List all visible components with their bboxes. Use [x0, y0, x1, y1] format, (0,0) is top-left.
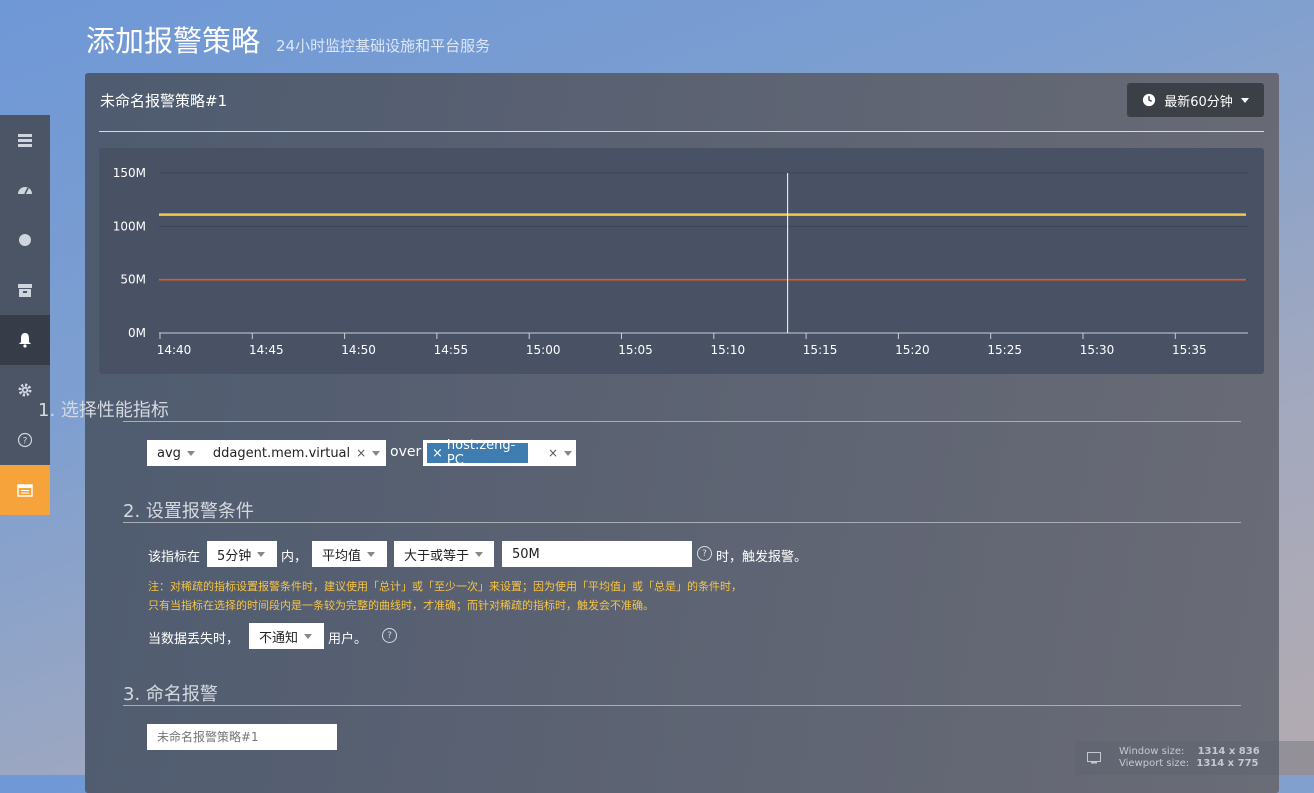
- sidebar-item-calendar[interactable]: [0, 465, 50, 515]
- sidebar-item-archive[interactable]: [0, 265, 50, 315]
- dashboard-icon: [18, 187, 32, 195]
- divider: [123, 421, 1241, 422]
- chevron-down-icon: [372, 450, 381, 456]
- sparse-metric-note-1: 注：对稀疏的指标设置报警条件时，建议使用「总计」或「至少一次」来设置；因为使用「…: [148, 580, 742, 593]
- svg-text:?: ?: [23, 437, 28, 447]
- gear-icon: [18, 383, 32, 397]
- policy-name-input[interactable]: [147, 724, 337, 750]
- sidebar-item-alerts[interactable]: [0, 315, 50, 365]
- aggregation-select[interactable]: avg: [157, 446, 181, 461]
- section-name-heading: 3. 命名报警: [123, 684, 218, 705]
- help-icon[interactable]: ?: [697, 546, 712, 561]
- comparator-select[interactable]: 大于或等于: [394, 541, 494, 567]
- page-subtitle: 24小时监控基础设施和平台服务: [276, 37, 491, 55]
- sidebar: ?: [0, 115, 50, 515]
- x-tick-label: 15:15: [803, 343, 838, 357]
- over-label: over: [390, 444, 422, 460]
- page-header: 添加报警策略 24小时监控基础设施和平台服务: [86, 18, 490, 60]
- nodata-select[interactable]: 不通知: [249, 623, 324, 649]
- nodata-value: 不通知: [259, 630, 299, 646]
- window-select[interactable]: 5分钟: [207, 541, 277, 567]
- host-tag-label: host:zeng-PC: [446, 438, 516, 468]
- y-tick-label: 100M: [113, 219, 146, 233]
- divider: [123, 705, 1241, 706]
- condition-inner: 内，: [281, 550, 308, 565]
- sidebar-item-help[interactable]: ?: [0, 415, 50, 465]
- remove-tag-button[interactable]: ×: [432, 446, 443, 461]
- sidebar-item-list[interactable]: [0, 115, 50, 165]
- y-tick-label: 150M: [113, 166, 146, 180]
- x-tick-label: 15:20: [895, 343, 930, 357]
- x-tick-label: 15:30: [1080, 343, 1115, 357]
- archive-icon: [18, 284, 32, 297]
- page-title: 添加报警策略: [86, 24, 261, 58]
- bell-icon: [19, 333, 31, 348]
- x-tick-label: 14:55: [434, 343, 469, 357]
- clear-host-button[interactable]: ×: [548, 446, 558, 460]
- chevron-down-icon: [186, 450, 195, 456]
- metric-name: ddagent.mem.virtual: [212, 445, 351, 461]
- calendar-icon: [17, 484, 33, 497]
- nodata-suffix: 用户。: [328, 632, 368, 647]
- condition-prefix: 该指标在: [148, 550, 201, 565]
- chart-svg: 150M 100M 50M 0M 14:40 14:45 14:50 14:55 15:00 15…: [113, 166, 1248, 357]
- question-icon: ?: [17, 432, 33, 448]
- host-tag[interactable]: × host:zeng-PC: [427, 438, 528, 468]
- chevron-down-icon: [1240, 97, 1249, 103]
- host-selector[interactable]: × host:zeng-PC ×: [423, 438, 576, 468]
- x-tick-label: 14:40: [157, 343, 192, 357]
- x-tick-label: 14:50: [341, 343, 376, 357]
- clear-metric-button[interactable]: ×: [356, 446, 366, 460]
- threshold-input[interactable]: 50M: [502, 541, 692, 567]
- function-select[interactable]: 平均值: [312, 541, 387, 567]
- divider: [99, 131, 1264, 132]
- y-tick-label: 0M: [128, 326, 146, 340]
- sidebar-item-status[interactable]: [0, 215, 50, 265]
- size-overlay: Window size: 1314 x 836 Viewport size: 1…: [1075, 741, 1314, 775]
- time-range-label: 最新60分钟: [1164, 94, 1233, 110]
- x-tick-label: 15:05: [618, 343, 653, 357]
- x-tick-label: 15:10: [711, 343, 746, 357]
- sparse-metric-note-2: 只有当指标在选择的时间段内是一条较为完整的曲线时，才准确；而针对稀疏的指标时，触…: [148, 599, 654, 612]
- help-icon[interactable]: ?: [382, 628, 397, 643]
- chevron-down-icon: [367, 551, 376, 557]
- chevron-down-icon: [475, 551, 484, 557]
- x-tick-label: 15:35: [1172, 343, 1207, 357]
- x-tick-label: 15:25: [987, 343, 1022, 357]
- chevron-down-icon: [564, 450, 572, 456]
- x-tick-label: 14:45: [249, 343, 284, 357]
- viewport-size-row: Viewport size: 1314 x 775: [1119, 758, 1259, 769]
- function-value: 平均值: [322, 548, 362, 564]
- monitor-icon: [1087, 752, 1101, 764]
- window-size-row: Window size: 1314 x 836: [1119, 746, 1260, 757]
- policy-title: 未命名报警策略#1: [100, 92, 228, 110]
- metric-chart[interactable]: 150M 100M 50M 0M 14:40 14:45 14:50 14:55 15:00 15…: [99, 148, 1264, 374]
- threshold-value: 50M: [512, 546, 540, 562]
- window-value: 5分钟: [217, 548, 252, 564]
- metric-selector[interactable]: avg ddagent.mem.virtual ×: [147, 440, 386, 466]
- list-icon: [18, 134, 32, 147]
- section-condition-heading: 2. 设置报警条件: [123, 501, 254, 522]
- x-tick-label: 15:00: [526, 343, 561, 357]
- section-metric-heading: 1. 选择性能指标: [38, 400, 169, 421]
- chevron-down-icon: [257, 551, 266, 557]
- divider: [123, 522, 1241, 523]
- comparator-value: 大于或等于: [404, 548, 470, 564]
- time-range-button[interactable]: 最新60分钟: [1127, 83, 1264, 117]
- sidebar-item-dashboard[interactable]: [0, 165, 50, 215]
- chevron-down-icon: [304, 633, 313, 639]
- y-tick-label: 50M: [120, 273, 146, 287]
- clock-icon: [1143, 93, 1156, 107]
- nodata-prefix: 当数据丢失时，: [148, 632, 240, 647]
- dot-icon: [19, 234, 31, 246]
- condition-suffix: 时，触发报警。: [716, 550, 808, 565]
- alert-policy-panel: 未命名报警策略#1 最新60分钟 150M 100M 50M 0M 14:40 14:45…: [85, 73, 1279, 793]
